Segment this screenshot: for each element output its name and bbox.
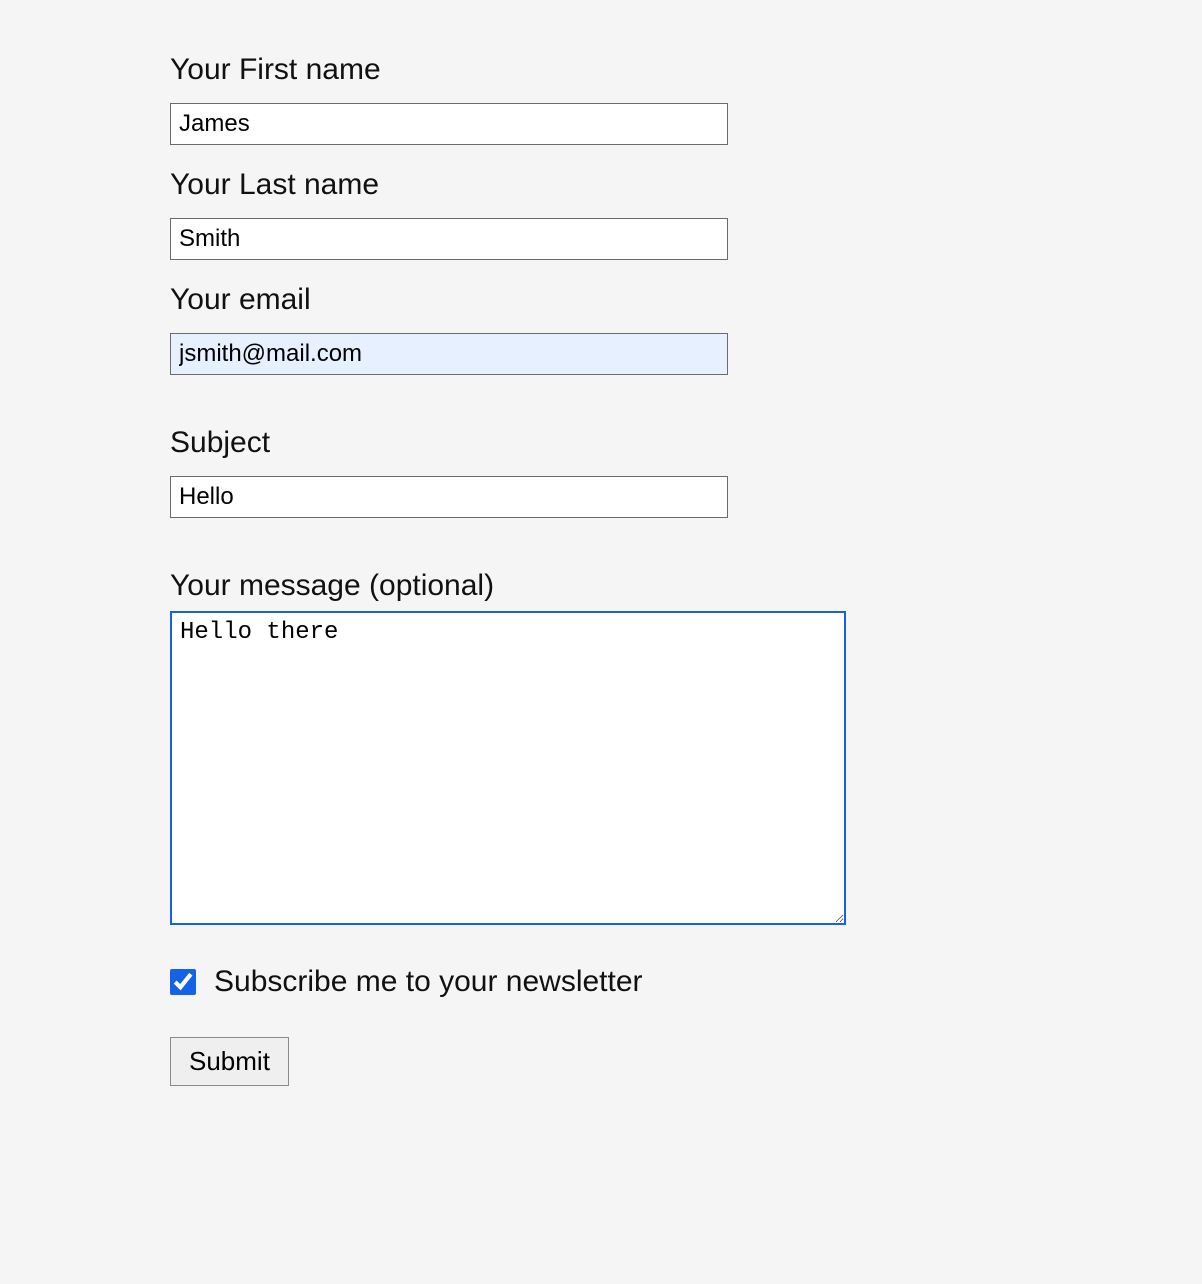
email-input[interactable] (170, 333, 728, 375)
last-name-input[interactable] (170, 218, 728, 260)
contact-form: Your First name Your Last name Your emai… (0, 0, 900, 1086)
subscribe-label: Subscribe me to your newsletter (214, 965, 643, 999)
message-textarea[interactable]: Hello there (170, 611, 846, 925)
first-name-label: Your First name (170, 50, 900, 89)
subscribe-row: Subscribe me to your newsletter (170, 965, 900, 999)
subject-label: Subject (170, 423, 900, 462)
message-label: Your message (optional) (170, 566, 900, 605)
submit-button[interactable]: Submit (170, 1037, 289, 1086)
first-name-input[interactable] (170, 103, 728, 145)
email-label: Your email (170, 280, 900, 319)
last-name-label: Your Last name (170, 165, 900, 204)
subscribe-checkbox[interactable] (170, 969, 196, 995)
subject-input[interactable] (170, 476, 728, 518)
